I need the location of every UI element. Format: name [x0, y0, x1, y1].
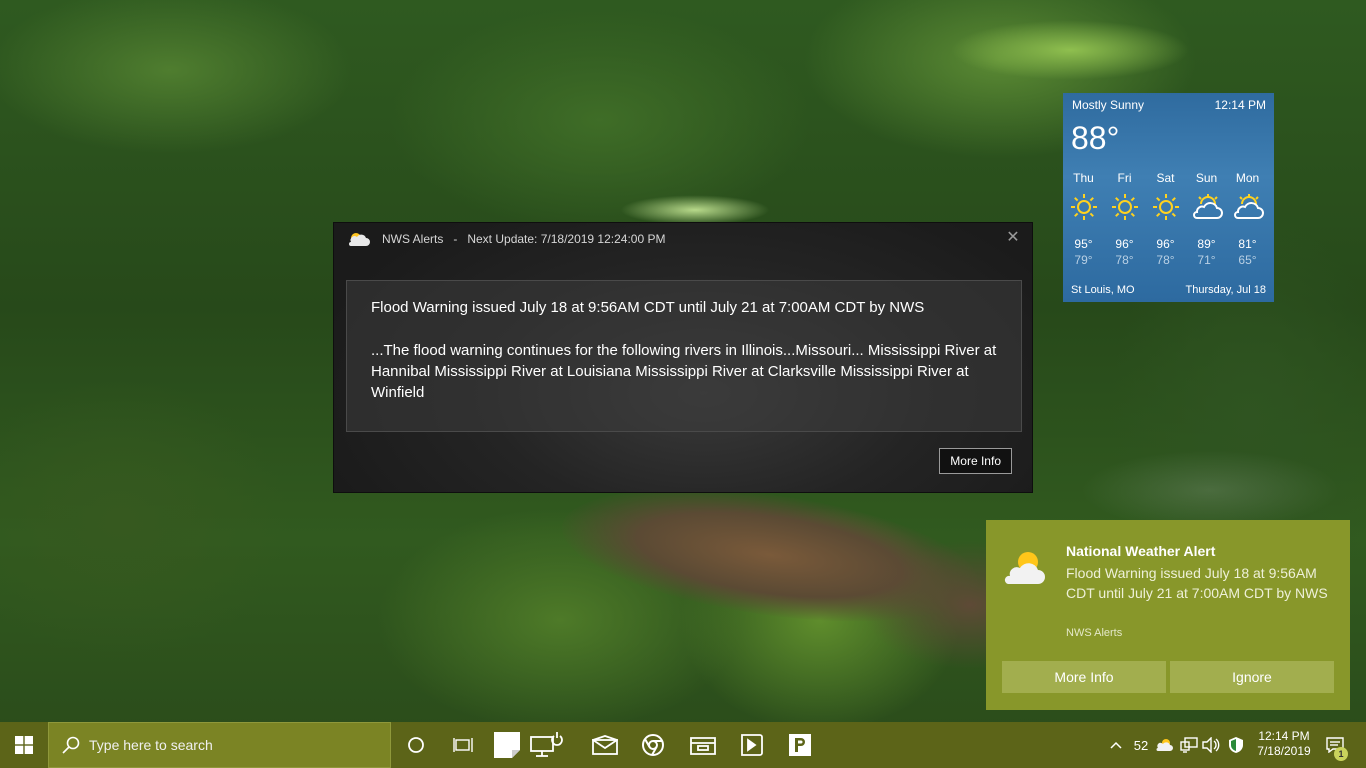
chrome-button[interactable]	[631, 722, 675, 768]
sun-cloud-icon	[1156, 739, 1173, 751]
weather-tile[interactable]: Mostly Sunny 12:14 PM 88° Thu 95° 79° Fr…	[1063, 93, 1274, 302]
taskbar-clock[interactable]: 12:14 PM 7/18/2019	[1248, 729, 1320, 759]
cortana-button[interactable]	[394, 722, 438, 768]
forecast-low: 79°	[1074, 253, 1093, 267]
forecast-low: 78°	[1156, 253, 1175, 267]
monitor-power-icon	[530, 732, 563, 757]
weather-condition: Mostly Sunny	[1072, 98, 1145, 112]
partly-cloudy-icon	[1227, 187, 1268, 227]
file-explorer-button[interactable]	[681, 722, 725, 768]
forecast-day: Mon 81° 65°	[1227, 171, 1268, 267]
forecast-high: 96°	[1156, 237, 1175, 251]
toast-notification[interactable]: National Weather Alert Flood Warning iss…	[986, 520, 1350, 710]
toast-title: National Weather Alert	[1066, 543, 1216, 559]
more-info-button[interactable]: More Info	[939, 448, 1012, 474]
forecast-low: 65°	[1238, 253, 1257, 267]
chevron-up-icon	[1110, 741, 1122, 749]
tray-temperature[interactable]: 52	[1128, 722, 1154, 768]
media-player-button[interactable]	[729, 722, 773, 768]
sticky-notes-icon	[494, 732, 520, 758]
forecast-day: Fri 96° 78°	[1104, 171, 1145, 267]
forecast-day-name: Thu	[1073, 171, 1094, 185]
forecast-high: 81°	[1238, 237, 1257, 251]
search-icon	[62, 736, 80, 754]
close-icon[interactable]: ✕	[1004, 229, 1022, 247]
toast-ignore-button[interactable]: Ignore	[1170, 661, 1334, 693]
alert-headline: Flood Warning issued July 18 at 9:56AM C…	[371, 299, 925, 316]
weather-temperature: 88°	[1071, 120, 1120, 156]
sun-icon	[1063, 187, 1104, 227]
weather-city: St Louis, MO	[1071, 284, 1135, 296]
clock-date: 7/18/2019	[1257, 744, 1311, 758]
window-title-bar: NWS Alerts - Next Update: 7/18/2019 12:2…	[346, 231, 665, 247]
weather-date: Thursday, Jul 18	[1185, 284, 1266, 296]
cortana-icon	[408, 737, 424, 753]
security-button[interactable]	[1224, 722, 1248, 768]
remote-desktop-button[interactable]	[524, 722, 568, 768]
forecast-day: Sat 96° 78°	[1145, 171, 1186, 267]
forecast-low: 71°	[1197, 253, 1216, 267]
window-app-name: NWS Alerts	[382, 232, 444, 246]
next-update-text: Next Update: 7/18/2019 12:24:00 PM	[467, 232, 666, 246]
nws-alert-window: NWS Alerts - Next Update: 7/18/2019 12:2…	[333, 222, 1033, 493]
alert-body: Flood Warning issued July 18 at 9:56AM C…	[346, 280, 1022, 432]
forecast-high: 95°	[1074, 237, 1093, 251]
network-button[interactable]	[1178, 722, 1200, 768]
forecast-high: 96°	[1115, 237, 1134, 251]
forecast-day-name: Sun	[1195, 171, 1218, 185]
search-input[interactable]	[87, 736, 371, 754]
search-box[interactable]	[48, 722, 391, 768]
sun-cloud-icon	[1002, 548, 1050, 588]
action-center-button[interactable]	[1320, 722, 1350, 768]
wallpaper-mist	[1080, 450, 1340, 530]
sun-cloud-icon	[346, 231, 372, 247]
sun-icon	[1104, 187, 1145, 227]
task-view-button[interactable]	[441, 722, 485, 768]
mail-icon	[592, 735, 618, 755]
forecast-low: 78°	[1115, 253, 1134, 267]
partly-cloudy-icon	[1186, 187, 1227, 227]
publisher-icon	[789, 734, 811, 756]
volume-button[interactable]	[1200, 722, 1222, 768]
forecast-day: Thu 95° 79°	[1063, 171, 1104, 267]
wallpaper-clearing	[620, 195, 770, 225]
shield-icon	[1229, 737, 1243, 753]
toast-source: NWS Alerts	[1066, 627, 1123, 639]
forecast-day-name: Mon	[1235, 171, 1260, 185]
chrome-icon	[642, 734, 664, 756]
folder-icon	[690, 737, 716, 755]
taskbar: 52 12:14 PM 7/18/2019 1	[0, 722, 1366, 768]
volume-icon	[1202, 737, 1220, 753]
network-icon	[1180, 737, 1198, 753]
notification-badge: 1	[1334, 747, 1348, 761]
wallpaper-clearing	[950, 20, 1190, 80]
forecast-day: Sun 89° 71°	[1186, 171, 1227, 267]
title-separator: -	[453, 232, 458, 246]
tray-weather-button[interactable]	[1154, 722, 1176, 768]
forecast-high: 89°	[1197, 237, 1216, 251]
weather-time: 12:14 PM	[1214, 98, 1266, 112]
show-hidden-icons-button[interactable]	[1106, 722, 1126, 768]
forecast-row: Thu 95° 79° Fri 96° 78° Sat 96° 78° Sun	[1063, 171, 1274, 267]
alert-description: ...The flood warning continues for the f…	[371, 342, 997, 401]
toast-text: Flood Warning issued July 18 at 9:56AM C…	[1066, 565, 1328, 601]
toast-more-info-button[interactable]: More Info	[1002, 661, 1166, 693]
forecast-day-name: Sat	[1156, 171, 1175, 185]
publisher-button[interactable]	[778, 722, 822, 768]
clock-time: 12:14 PM	[1258, 729, 1310, 743]
sun-icon	[1145, 187, 1186, 227]
mail-button[interactable]	[583, 722, 627, 768]
task-view-icon	[453, 738, 473, 752]
windows-logo-icon	[15, 736, 33, 754]
sticky-notes-button[interactable]	[485, 722, 529, 768]
start-button[interactable]	[0, 722, 48, 768]
play-icon	[741, 734, 763, 756]
forecast-day-name: Fri	[1117, 171, 1132, 185]
